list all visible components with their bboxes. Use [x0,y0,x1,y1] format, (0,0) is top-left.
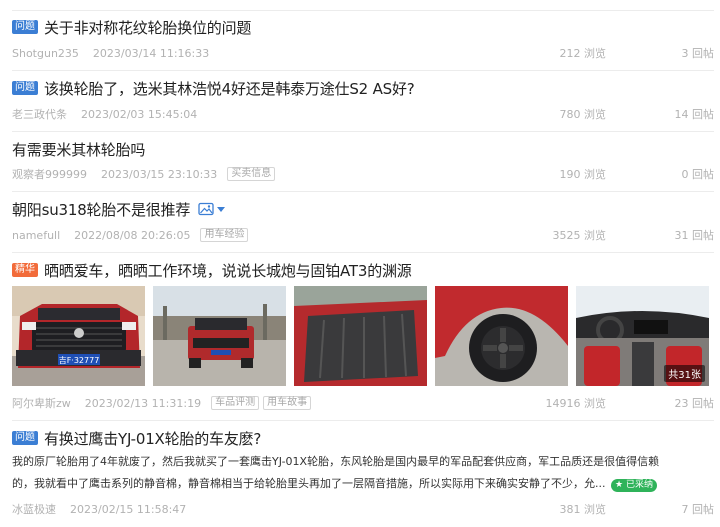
thumbnail-image[interactable]: 共31张 [576,286,709,386]
post-title[interactable]: 该换轮胎了，选米其林浩悦4好还是韩泰万途仕S2 AS好? [44,78,415,99]
post-meta: 冰蓝极速 2023/02/15 11:58:47 381 浏览 7 回帖 [12,501,714,517]
author-name[interactable]: Shotgun235 [12,47,79,60]
question-badge: 问题 [12,81,38,95]
view-count: 780 浏览 [559,108,607,121]
reply-count: 0 回帖 [681,168,715,181]
view-count: 190 浏览 [559,168,607,181]
view-count: 14916 浏览 [545,397,607,410]
post-title-row[interactable]: 问题 该换轮胎了，选米其林浩悦4好还是韩泰万途仕S2 AS好? [12,77,714,99]
featured-badge: 精华 [12,263,38,277]
post-title-row[interactable]: 问题 有换过鹰击YJ-01X轮胎的车友麽? [12,427,714,449]
post-meta: namefull 2022/08/08 20:26:05 用车经验 3525 浏… [12,227,714,243]
post-title[interactable]: 关于非对称花纹轮胎换位的问题 [44,17,251,38]
view-count: 212 浏览 [559,47,607,60]
post-thumbnails: 吉F·32777 共31张 [12,286,714,386]
post-title-row[interactable]: 问题 关于非对称花纹轮胎换位的问题 [12,16,714,38]
question-badge: 问题 [12,20,38,34]
post-title-row[interactable]: 精华 晒晒爱车，晒晒工作环境，说说长城炮与固铂AT3的渊源 [12,259,714,281]
thumbnail-image[interactable]: 吉F·32777 [12,286,145,386]
post-date: 2023/02/13 11:31:19 [84,396,202,410]
post-title[interactable]: 有需要米其林轮胎吗 [12,139,145,160]
post-title[interactable]: 有换过鹰击YJ-01X轮胎的车友麽? [44,428,261,449]
thumbnail-image[interactable] [435,286,568,386]
post-excerpt-line[interactable]: 我的原厂轮胎用了4年就废了，然后我就买了一套鹰击YJ-01X轮胎，东风轮胎是国内… [12,451,714,473]
reply-count: 3 回帖 [681,47,715,60]
post-meta: 老三政代条 2023/02/03 15:45:04 780 浏览 14 回帖 [12,106,714,122]
thumbnail-image[interactable] [294,286,427,386]
post-date: 2023/02/15 11:58:47 [70,502,187,516]
image-count-badge: 共31张 [664,365,705,382]
category-tag[interactable]: 用车故事 [263,396,312,410]
post-divider [12,420,714,421]
post-divider [12,191,714,192]
view-count: 3525 浏览 [552,229,607,242]
category-tag[interactable]: 买卖信息 [227,167,276,181]
author-name[interactable]: 观察者999999 [12,166,87,182]
reply-count: 23 回帖 [674,397,715,410]
post-meta: 阿尔卑斯zw 2023/02/13 11:31:19 车品评测 用车故事 149… [12,395,714,411]
excerpt-text: 我的原厂轮胎用了4年就废了，然后我就买了一套鹰击YJ-01X轮胎，东风轮胎是国内… [12,455,660,468]
post-title[interactable]: 晒晒爱车，晒晒工作环境，说说长城炮与固铂AT3的渊源 [44,260,412,281]
post-meta: 观察者999999 2023/03/15 23:10:33 买卖信息 190 浏… [12,166,714,182]
image-dropdown-icon[interactable] [198,202,226,216]
view-count: 381 浏览 [559,503,607,516]
adopted-badge: ★ 已采纳 [611,479,657,492]
post-title-row[interactable]: 朝阳su318轮胎不是很推荐 [12,198,714,220]
post-title-row[interactable]: 有需要米其林轮胎吗 [12,138,714,160]
license-plate-text: 吉F·32777 [59,356,100,365]
author-name[interactable]: 阿尔卑斯zw [12,395,71,411]
post-date: 2022/08/08 20:26:05 [74,228,191,242]
top-divider [12,10,714,11]
post-date: 2023/03/15 23:10:33 [101,167,218,181]
post-divider [12,131,714,132]
post-meta: Shotgun235 2023/03/14 11:16:33 212 浏览 3 … [12,45,714,61]
reply-count: 14 回帖 [674,108,715,121]
author-name[interactable]: namefull [12,229,60,242]
excerpt-text: 的，我就看中了鹰击系列的静音棉，静音棉相当于给轮胎里头再加了一层隔音措施，所以实… [12,477,606,490]
post-excerpt-line[interactable]: 的，我就看中了鹰击系列的静音棉，静音棉相当于给轮胎里头再加了一层隔音措施，所以实… [12,473,714,495]
thumbnail-image[interactable] [153,286,286,386]
category-tag[interactable]: 用车经验 [200,228,249,242]
post-title[interactable]: 朝阳su318轮胎不是很推荐 [12,199,190,220]
adopted-label: 已采纳 [625,480,653,490]
category-tag[interactable]: 车品评测 [211,396,260,410]
post-date: 2023/03/14 11:16:33 [92,46,210,60]
author-name[interactable]: 冰蓝极速 [12,501,56,517]
post-date: 2023/02/03 15:45:04 [81,107,198,121]
author-name[interactable]: 老三政代条 [12,106,67,122]
reply-count: 7 回帖 [681,503,715,516]
question-badge: 问题 [12,431,38,445]
post-divider [12,252,714,253]
post-divider [12,70,714,71]
reply-count: 31 回帖 [674,229,715,242]
